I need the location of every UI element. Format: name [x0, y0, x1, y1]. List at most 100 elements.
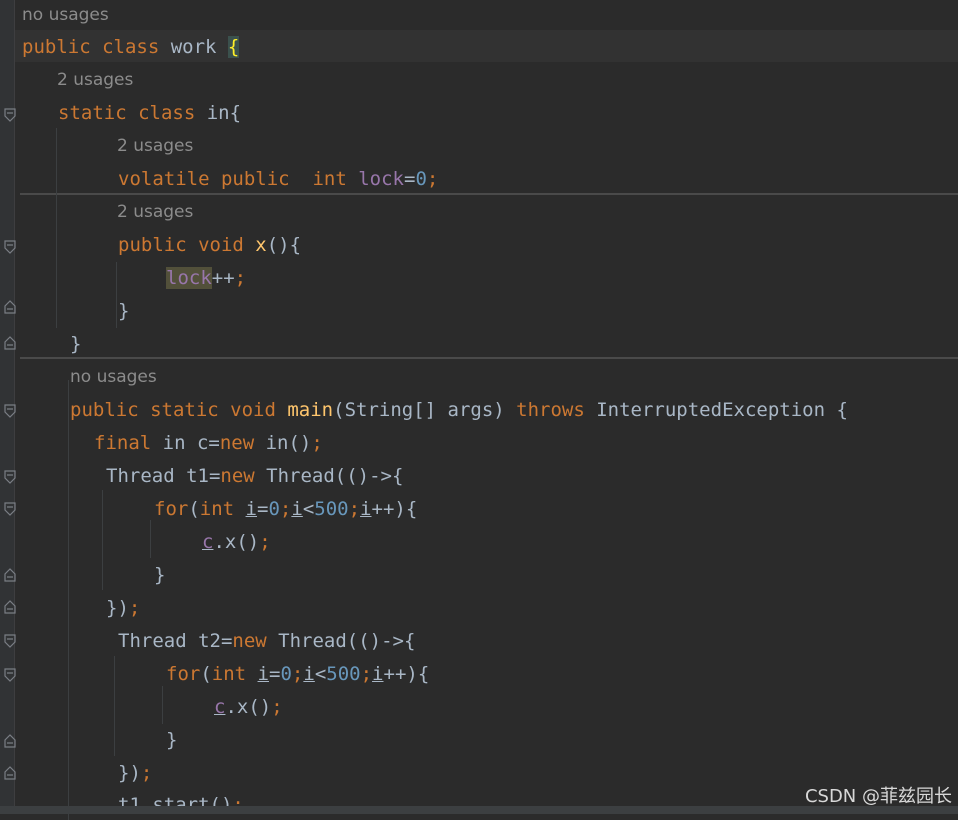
usage-hint[interactable]: no usages: [70, 362, 157, 392]
code-token: }: [154, 564, 166, 586]
code-token: in c=: [162, 432, 220, 454]
code-token: x: [255, 234, 267, 256]
code-token: <: [302, 498, 315, 520]
fold-collapse-icon[interactable]: [4, 668, 16, 682]
indent-guide: [162, 686, 163, 724]
code-token: (){: [266, 234, 302, 256]
code-token: void: [198, 234, 256, 256]
code-line[interactable]: });: [118, 758, 152, 788]
usage-hint[interactable]: 2 usages: [117, 131, 193, 161]
indent-guide: [116, 262, 117, 328]
code-token: =: [269, 663, 281, 685]
code-line[interactable]: });: [106, 593, 140, 623]
code-token: ;: [360, 663, 373, 685]
code-token: 0: [268, 498, 280, 520]
code-line[interactable]: t1.start();: [118, 790, 244, 820]
code-token: }): [118, 762, 141, 784]
code-token: }): [106, 597, 129, 619]
code-editor[interactable]: no usages public class work {2 usages stat…: [0, 0, 958, 816]
code-token: 500: [326, 663, 361, 685]
code-token: ;: [279, 498, 292, 520]
code-token: void: [230, 399, 288, 421]
fold-collapse-icon[interactable]: [4, 404, 16, 418]
code-line[interactable]: }: [70, 329, 81, 359]
code-token: }: [166, 729, 178, 751]
code-token: i: [245, 498, 257, 520]
code-line[interactable]: public static void main(String[] args) t…: [70, 395, 848, 425]
code-token: int: [211, 663, 258, 685]
code-token: static: [58, 102, 139, 124]
indent-guide: [56, 128, 57, 328]
code-line[interactable]: Thread t2=new Thread(()->{: [118, 626, 415, 656]
usage-hint[interactable]: 2 usages: [57, 65, 133, 95]
code-line[interactable]: static class in{: [58, 98, 241, 128]
method-separator: [20, 193, 958, 195]
fold-end-icon[interactable]: [4, 734, 16, 748]
code-token: public: [70, 399, 151, 421]
code-token: throws: [516, 399, 597, 421]
code-line[interactable]: final in c=new in();: [94, 428, 323, 458]
code-token: c: [202, 531, 214, 553]
code-token: new: [232, 630, 279, 652]
code-token: (: [188, 498, 200, 520]
code-token: lock: [358, 168, 404, 190]
code-line[interactable]: }: [166, 725, 177, 755]
code-token: main: [287, 399, 334, 421]
code-line[interactable]: }: [118, 296, 129, 326]
code-line[interactable]: for(int i=0;i<500;i++){: [166, 659, 429, 689]
usage-hint[interactable]: 2 usages: [117, 197, 193, 227]
code-token: ;: [291, 663, 304, 685]
fold-end-icon[interactable]: [4, 336, 16, 350]
code-token: final: [94, 432, 163, 454]
code-token: ++){: [383, 663, 430, 685]
indent-guide: [114, 656, 115, 756]
code-token: c: [214, 696, 226, 718]
code-line[interactable]: c.x();: [202, 527, 271, 557]
code-token: =: [257, 498, 269, 520]
code-token: .x(): [225, 696, 272, 718]
fold-collapse-icon[interactable]: [4, 634, 16, 648]
code-line[interactable]: c.x();: [214, 692, 283, 722]
code-token: ;: [348, 498, 361, 520]
fold-end-icon[interactable]: [4, 300, 16, 314]
watermark: CSDN @菲兹园长: [804, 786, 952, 807]
code-token: new: [219, 432, 266, 454]
code-token: lock: [166, 267, 212, 289]
code-token: public: [22, 36, 103, 58]
code-token: class: [102, 36, 171, 58]
fold-collapse-icon[interactable]: [4, 108, 16, 122]
code-token: i: [303, 663, 315, 685]
code-token: Thread t1=: [106, 465, 221, 487]
code-line[interactable]: }: [154, 560, 165, 590]
code-token: <: [314, 663, 327, 685]
code-line[interactable]: for(int i=0;i<500;i++){: [154, 494, 417, 524]
usage-hint[interactable]: no usages: [22, 0, 109, 30]
code-token: public: [118, 234, 199, 256]
code-token: in(): [265, 432, 312, 454]
code-line[interactable]: public class work {: [22, 32, 240, 62]
code-token: int: [312, 168, 359, 190]
fold-end-icon[interactable]: [4, 766, 16, 780]
code-token: Thread(()->{: [266, 465, 404, 487]
fold-collapse-icon[interactable]: [4, 470, 16, 484]
indent-guide: [150, 520, 151, 558]
code-line[interactable]: volatile public int lock=0;: [118, 164, 438, 194]
code-line[interactable]: public void x(){: [118, 230, 301, 260]
fold-end-icon[interactable]: [4, 568, 16, 582]
fold-end-icon[interactable]: [4, 600, 16, 614]
code-token: {: [227, 36, 240, 58]
code-token: ;: [234, 267, 247, 289]
fold-collapse-icon[interactable]: [4, 240, 16, 254]
code-token: ;: [128, 597, 141, 619]
code-line[interactable]: lock++;: [166, 263, 246, 293]
code-token: .x(): [213, 531, 260, 553]
fold-collapse-icon[interactable]: [4, 502, 16, 516]
code-token: ++){: [371, 498, 418, 520]
code-line[interactable]: Thread t1=new Thread(()->{: [106, 461, 403, 491]
code-token: ;: [259, 531, 271, 553]
code-token: int: [199, 498, 246, 520]
method-separator: [20, 357, 958, 359]
code-token: Thread t2=: [118, 630, 233, 652]
code-token: InterruptedException {: [596, 399, 848, 421]
code-token: 0: [415, 168, 427, 190]
